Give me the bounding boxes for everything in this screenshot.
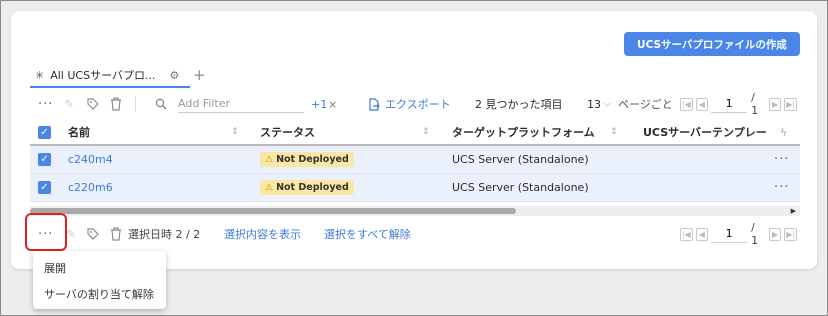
row-actions-button[interactable]: ··· — [774, 146, 789, 173]
last-page-button[interactable]: ▶| — [784, 227, 797, 241]
show-selection-link[interactable]: 選択内容を表示 — [224, 222, 301, 246]
trash-icon[interactable] — [110, 90, 122, 118]
status-text: Not Deployed — [276, 182, 349, 193]
prev-page-button[interactable]: ◀ — [695, 97, 709, 111]
asterisk-icon: ✳ — [35, 68, 45, 82]
column-label-name: 名前 — [68, 126, 90, 139]
sort-icon[interactable]: ⇕ — [422, 120, 430, 144]
scroll-right-icon[interactable]: ▶ — [791, 206, 796, 216]
column-label-status: ステータス — [260, 126, 315, 139]
filter-clear-button[interactable]: × — [328, 90, 337, 118]
last-page-button[interactable]: ▶| — [784, 97, 797, 111]
per-page-value: 13 — [587, 97, 601, 111]
highlight-annotation — [25, 213, 67, 251]
profiles-table: ✓ 名前 ⇕ ステータス ⇕ ターゲットプラットフォーム ⇕ UCSサーバーテン… — [30, 120, 800, 202]
warning-icon: ⚠ — [265, 182, 274, 193]
table-row[interactable]: ✓ c220m6 ⚠ Not Deployed UCS Server (Stan… — [30, 174, 800, 202]
per-page-select[interactable]: 13 ⌵ — [587, 90, 610, 118]
column-header-name[interactable]: 名前 — [68, 120, 218, 144]
column-header-template[interactable]: UCSサーバーテンプレー — [643, 120, 773, 144]
clear-selection-link[interactable]: 選択をすべて解除 — [324, 222, 411, 246]
tag-icon[interactable] — [86, 90, 100, 118]
scrollbar-thumb[interactable] — [30, 208, 516, 214]
column-settings-icon[interactable]: ϟ — [780, 120, 787, 144]
table-row[interactable]: ✓ c240m4 ⚠ Not Deployed UCS Server (Stan… — [30, 146, 800, 174]
sort-icon[interactable]: ⇕ — [231, 120, 239, 144]
filter-input[interactable] — [178, 95, 304, 113]
column-label-template: UCSサーバーテンプレー — [643, 126, 767, 139]
next-page-button[interactable]: ▶ — [768, 227, 782, 241]
items-found-text: 2 見つかった項目 — [475, 98, 563, 111]
horizontal-scrollbar[interactable]: ▶ — [30, 206, 800, 216]
menu-item-unassign-server[interactable]: サーバの割り当て解除 — [33, 281, 166, 307]
row-checkbox[interactable]: ✓ — [38, 153, 51, 166]
profile-name-link[interactable]: c220m6 — [68, 174, 113, 201]
edit-icon[interactable]: ✎ — [64, 90, 74, 118]
select-all-checkbox[interactable]: ✓ — [38, 125, 51, 139]
more-actions-button[interactable]: ··· — [38, 90, 53, 118]
status-badge: ⚠ Not Deployed — [260, 180, 354, 195]
column-header-status[interactable]: ステータス — [260, 120, 410, 144]
export-button[interactable]: エクスポート — [368, 90, 451, 118]
tab-label: All UCSサーバプロ... — [50, 69, 156, 82]
table-header-row: ✓ 名前 ⇕ ステータス ⇕ ターゲットプラットフォーム ⇕ UCSサーバーテン… — [30, 120, 800, 146]
filter-count[interactable]: +1 — [311, 90, 327, 118]
page-total: / 1 — [751, 91, 759, 117]
column-label-platform: ターゲットプラットフォーム — [452, 126, 595, 139]
tab-all-ucs-server-profiles[interactable]: ✳ All UCSサーバプロ... ⚙ — [30, 64, 190, 88]
status-badge: ⚠ Not Deployed — [260, 152, 354, 167]
per-page-label: ページごと — [618, 98, 673, 111]
platform-cell: UCS Server (Standalone) — [452, 181, 589, 194]
trash-icon[interactable] — [110, 222, 122, 246]
page-total: / 1 — [751, 221, 759, 247]
actions-dropdown-menu: 展開 サーバの割り当て解除 — [33, 251, 166, 309]
first-page-button[interactable]: |◀ — [680, 227, 693, 241]
column-header-platform[interactable]: ターゲットプラットフォーム — [452, 120, 602, 144]
page-input[interactable] — [711, 95, 748, 113]
row-checkbox[interactable]: ✓ — [38, 181, 51, 194]
edit-icon[interactable]: ✎ — [66, 222, 76, 246]
platform-cell: UCS Server (Standalone) — [452, 153, 589, 166]
add-tab-button[interactable]: + — [193, 66, 206, 84]
warning-icon: ⚠ — [265, 154, 274, 165]
row-actions-button[interactable]: ··· — [774, 174, 789, 201]
page-input[interactable] — [711, 225, 748, 243]
selected-count: 選択日時 2 / 2 — [128, 228, 201, 241]
toolbar-divider — [135, 96, 136, 112]
gear-icon[interactable]: ⚙ — [169, 69, 179, 82]
tag-icon[interactable] — [86, 222, 100, 246]
table-toolbar: ··· ✎ +1 × エクスポート 2 見つかった項目 13 ⌵ ページごと |… — [28, 90, 800, 118]
next-page-button[interactable]: ▶ — [768, 97, 782, 111]
prev-page-button[interactable]: ◀ — [695, 227, 709, 241]
sort-icon[interactable]: ⇕ — [610, 120, 618, 144]
chevron-down-icon: ⌵ — [604, 99, 611, 108]
selection-bar: ··· ✎ 選択日時 2 / 2 選択内容を表示 選択をすべて解除 |◀ ◀ /… — [28, 221, 800, 247]
create-server-profile-button[interactable]: UCSサーバプロファイルの作成 — [624, 32, 800, 56]
status-text: Not Deployed — [276, 154, 349, 165]
first-page-button[interactable]: |◀ — [680, 97, 693, 111]
menu-item-deploy[interactable]: 展開 — [33, 255, 166, 281]
search-icon — [155, 90, 167, 118]
profile-name-link[interactable]: c240m4 — [68, 146, 113, 173]
export-label: エクスポート — [385, 98, 451, 111]
